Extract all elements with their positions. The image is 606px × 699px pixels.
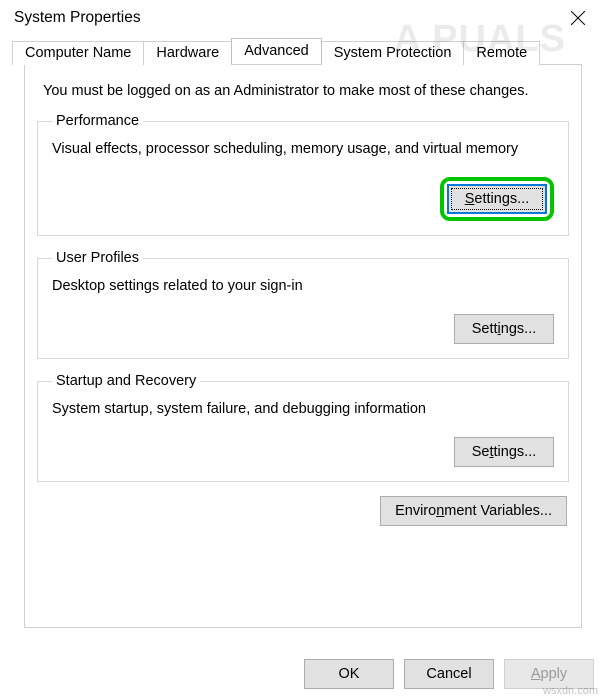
group-startup-recovery-legend: Startup and Recovery [52, 373, 200, 389]
system-properties-window: A PUALS System Properties Computer Name … [0, 0, 606, 699]
close-icon [571, 11, 585, 25]
ok-button[interactable]: OK [304, 659, 394, 689]
environment-variables-button[interactable]: Environment Variables... [380, 496, 567, 526]
group-user-profiles-legend: User Profiles [52, 250, 143, 266]
tab-computer-name[interactable]: Computer Name [12, 41, 144, 65]
performance-settings-button[interactable]: Settings... [447, 184, 547, 214]
tab-advanced[interactable]: Advanced [231, 38, 322, 64]
group-startup-recovery: Startup and Recovery System startup, sys… [37, 373, 569, 482]
tabs-region: Computer Name Hardware Advanced System P… [0, 36, 606, 628]
group-performance: Performance Visual effects, processor sc… [37, 113, 569, 236]
group-user-profiles: User Profiles Desktop settings related t… [37, 250, 569, 359]
tab-remote[interactable]: Remote [463, 41, 540, 65]
user-profiles-desc: Desktop settings related to your sign-in [52, 278, 554, 294]
tab-system-protection[interactable]: System Protection [321, 41, 465, 65]
performance-desc: Visual effects, processor scheduling, me… [52, 141, 554, 157]
performance-settings-highlight: Settings... [440, 177, 554, 221]
dialog-button-row: OK Cancel Apply [304, 659, 594, 689]
group-performance-legend: Performance [52, 113, 143, 129]
titlebar: System Properties [0, 0, 606, 36]
cancel-button[interactable]: Cancel [404, 659, 494, 689]
tab-content-advanced: You must be logged on as an Administrato… [24, 64, 582, 628]
tab-hardware[interactable]: Hardware [143, 41, 232, 65]
startup-recovery-settings-button[interactable]: Settings... [454, 437, 554, 467]
tab-strip: Computer Name Hardware Advanced System P… [12, 38, 594, 64]
close-button[interactable] [558, 2, 598, 34]
window-title: System Properties [14, 9, 141, 27]
apply-button[interactable]: Apply [504, 659, 594, 689]
startup-recovery-desc: System startup, system failure, and debu… [52, 401, 554, 417]
admin-notice: You must be logged on as an Administrato… [43, 83, 563, 99]
user-profiles-settings-button[interactable]: Settings... [454, 314, 554, 344]
